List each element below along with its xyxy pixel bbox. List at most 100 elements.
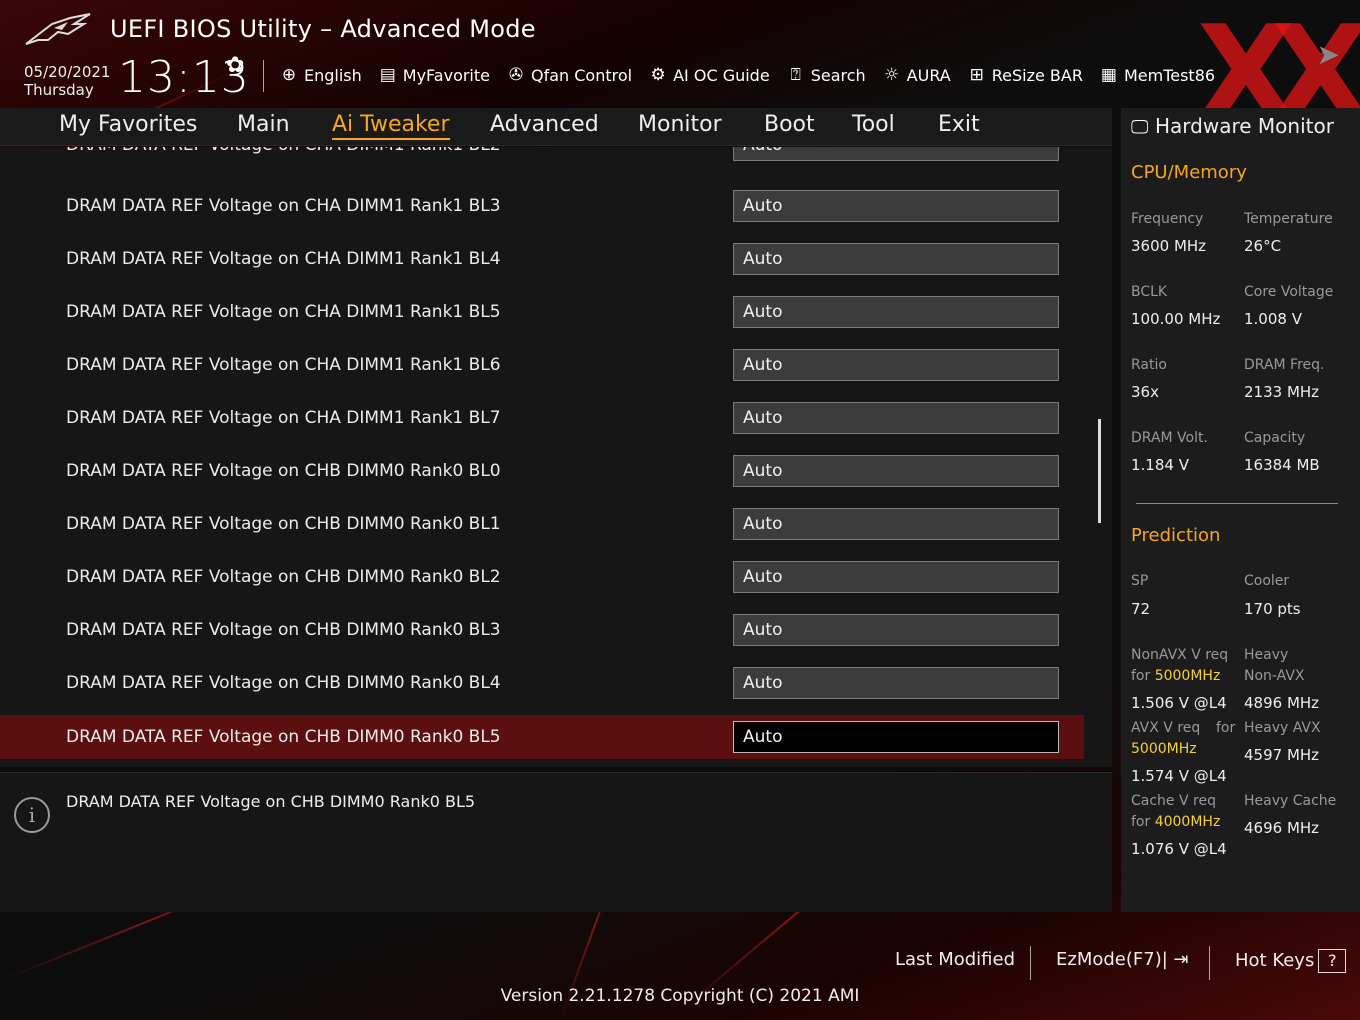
- toolbar-qfan-button[interactable]: ✇ Qfan Control: [505, 62, 632, 88]
- setting-value-field[interactable]: Auto: [733, 455, 1059, 487]
- tab-tool[interactable]: Tool: [852, 112, 895, 137]
- setting-label: DRAM DATA REF Voltage on CHB DIMM0 Rank0…: [66, 567, 501, 587]
- ratio-value: 36x: [1131, 383, 1159, 401]
- avx-for-text: for: [1216, 720, 1236, 736]
- memory-icon: ▦: [1100, 65, 1117, 85]
- resize-bar-icon: ⊞: [969, 65, 984, 85]
- ezmode-label: EzMode(F7)|: [1056, 949, 1168, 970]
- setting-value-field[interactable]: Auto: [733, 243, 1059, 275]
- heavy-avx-label: Heavy AVX: [1244, 720, 1321, 736]
- rog-logo-icon: [25, 13, 91, 45]
- setting-row[interactable]: DRAM DATA REF Voltage on CHB DIMM0 Rank0…: [0, 555, 1084, 599]
- tab-ai-tweaker[interactable]: Ai Tweaker: [332, 112, 450, 140]
- setting-label: DRAM DATA REF Voltage on CHA DIMM1 Rank1…: [66, 249, 501, 269]
- core-voltage-label: Core Voltage: [1244, 284, 1334, 300]
- setting-value-field[interactable]: Auto: [733, 402, 1059, 434]
- nonavx-word: Non-AVX: [1244, 668, 1305, 684]
- divider: [1136, 503, 1338, 504]
- setting-value-field[interactable]: Auto: [733, 508, 1059, 540]
- setting-row[interactable]: DRAM DATA REF Voltage on CHA DIMM1 Rank1…: [0, 343, 1084, 387]
- nonavx-freq: 5000MHz: [1154, 668, 1221, 684]
- setting-row[interactable]: DRAM DATA REF Voltage on CHA DIMM1 Rank1…: [0, 290, 1084, 334]
- setting-label: DRAM DATA REF Voltage on CHB DIMM0 Rank0…: [66, 461, 501, 481]
- setting-label: DRAM DATA REF Voltage on CHB DIMM0 Rank0…: [66, 727, 501, 747]
- toolbar-ai-oc-guide-button[interactable]: ⚙ AI OC Guide: [647, 62, 769, 88]
- heavy-avx-value: 4597 MHz: [1244, 746, 1320, 764]
- setting-label: DRAM DATA REF Voltage on CHB DIMM0 Rank0…: [66, 673, 501, 693]
- scrollbar-thumb[interactable]: [1098, 419, 1101, 523]
- setting-value-field[interactable]: Auto: [733, 349, 1059, 381]
- dram-freq-label: DRAM Freq.: [1244, 357, 1325, 373]
- setting-row[interactable]: DRAM DATA REF Voltage on CHB DIMM0 Rank0…: [0, 449, 1084, 493]
- date-display: 05/20/2021 Thursday: [24, 63, 110, 99]
- toolbar-resize-bar-button[interactable]: ⊞ ReSize BAR: [966, 62, 1083, 88]
- heavy-cache-value: 4696 MHz: [1244, 819, 1320, 837]
- hot-keys-label: Hot Keys: [1235, 950, 1315, 971]
- cache-for-line: for 4000MHz: [1131, 814, 1220, 830]
- dram-freq-value: 2133 MHz: [1244, 383, 1320, 401]
- toolbar-aura-button[interactable]: ☼ AURA: [881, 62, 951, 88]
- setting-label: DRAM DATA REF Voltage on CHA DIMM1 Rank1…: [66, 302, 501, 322]
- tab-my-favorites[interactable]: My Favorites: [59, 112, 197, 137]
- cache-voltage: 1.076 V @L4: [1131, 840, 1227, 858]
- setting-value-field[interactable]: Auto: [733, 721, 1059, 753]
- setting-value-field[interactable]: Auto: [733, 561, 1059, 593]
- gear-icon[interactable]: ✿: [226, 53, 244, 78]
- hardware-monitor-title: 🖵 Hardware Monitor: [1131, 114, 1334, 138]
- tab-monitor[interactable]: Monitor: [638, 112, 722, 137]
- tab-main[interactable]: Main: [237, 112, 290, 137]
- tab-exit[interactable]: Exit: [938, 112, 980, 137]
- toolbar-label: AURA: [906, 65, 951, 85]
- setting-row[interactable]: DRAM DATA REF Voltage on CHA DIMM1 Rank1…: [0, 237, 1084, 281]
- setting-value-field[interactable]: Auto: [733, 147, 1059, 161]
- toolbar: ⊕ English ▤ MyFavorite ✇ Qfan Control ⚙ …: [278, 62, 1230, 88]
- toolbar-label: ReSize BAR: [991, 65, 1083, 85]
- settings-list: DRAM DATA REF Voltage on CHA DIMM1 Rank1…: [0, 147, 1112, 767]
- hot-keys-button[interactable]: Hot Keys?: [1235, 949, 1347, 973]
- last-modified-button[interactable]: Last Modified: [895, 949, 1015, 970]
- footer-bar: Last Modified EzMode(F7)| ⇥ Hot Keys? Ve…: [0, 912, 1360, 1020]
- cache-freq: 4000MHz: [1154, 814, 1221, 830]
- divider: [1209, 946, 1210, 980]
- setting-value-field[interactable]: Auto: [733, 667, 1059, 699]
- sp-label: SP: [1131, 573, 1149, 589]
- sp-value: 72: [1131, 600, 1151, 618]
- cooler-value: 170 pts: [1244, 600, 1301, 618]
- tab-advanced[interactable]: Advanced: [490, 112, 599, 137]
- prediction-heading: Prediction: [1131, 525, 1221, 546]
- avx-freq: 5000MHz: [1131, 741, 1197, 757]
- ezmode-button[interactable]: EzMode(F7)| ⇥: [1056, 949, 1189, 970]
- divider: [1030, 946, 1031, 980]
- temperature-label: Temperature: [1244, 211, 1333, 227]
- date-text: 05/20/2021: [24, 63, 111, 81]
- capacity-value: 16384 MB: [1244, 456, 1320, 474]
- aura-light-icon: ☼: [884, 65, 900, 85]
- setting-label: DRAM DATA REF Voltage on CHA DIMM1 Rank1…: [66, 196, 501, 216]
- capacity-label: Capacity: [1244, 430, 1306, 446]
- toolbar-search-button[interactable]: ⍰ Search: [785, 62, 866, 88]
- setting-value-field[interactable]: Auto: [733, 614, 1059, 646]
- frequency-label: Frequency: [1131, 211, 1204, 227]
- setting-row[interactable]: DRAM DATA REF Voltage on CHB DIMM0 Rank0…: [0, 608, 1084, 652]
- header: UEFI BIOS Utility – Advanced Mode 05/20/…: [0, 0, 1360, 138]
- divider: [263, 60, 264, 92]
- setting-row-selected[interactable]: DRAM DATA REF Voltage on CHB DIMM0 Rank0…: [0, 715, 1084, 759]
- toolbar-myfavorite-button[interactable]: ▤ MyFavorite: [377, 62, 490, 88]
- globe-icon: ⊕: [281, 65, 297, 85]
- tab-boot[interactable]: Boot: [764, 112, 815, 137]
- nonavx-voltage: 1.506 V @L4: [1131, 694, 1227, 712]
- setting-row[interactable]: DRAM DATA REF Voltage on CHB DIMM0 Rank0…: [0, 661, 1084, 705]
- heavy-nonavx-value: 4896 MHz: [1244, 694, 1320, 712]
- setting-value-field[interactable]: Auto: [733, 296, 1059, 328]
- setting-row[interactable]: DRAM DATA REF Voltage on CHA DIMM1 Rank1…: [0, 184, 1084, 228]
- setting-row[interactable]: DRAM DATA REF Voltage on CHA DIMM1 Rank1…: [0, 147, 1084, 167]
- setting-row[interactable]: DRAM DATA REF Voltage on CHB DIMM0 Rank0…: [0, 502, 1084, 546]
- temperature-value: 26°C: [1244, 237, 1282, 255]
- setting-label: DRAM DATA REF Voltage on CHA DIMM1 Rank1…: [66, 408, 501, 428]
- toolbar-english-button[interactable]: ⊕ English: [278, 62, 362, 88]
- setting-row[interactable]: DRAM DATA REF Voltage on CHA DIMM1 Rank1…: [0, 396, 1084, 440]
- toolbar-label: Search: [810, 65, 866, 85]
- fan-icon: ✇: [508, 65, 524, 85]
- setting-label: DRAM DATA REF Voltage on CHA DIMM1 Rank1…: [66, 147, 501, 155]
- setting-value-field[interactable]: Auto: [733, 190, 1059, 222]
